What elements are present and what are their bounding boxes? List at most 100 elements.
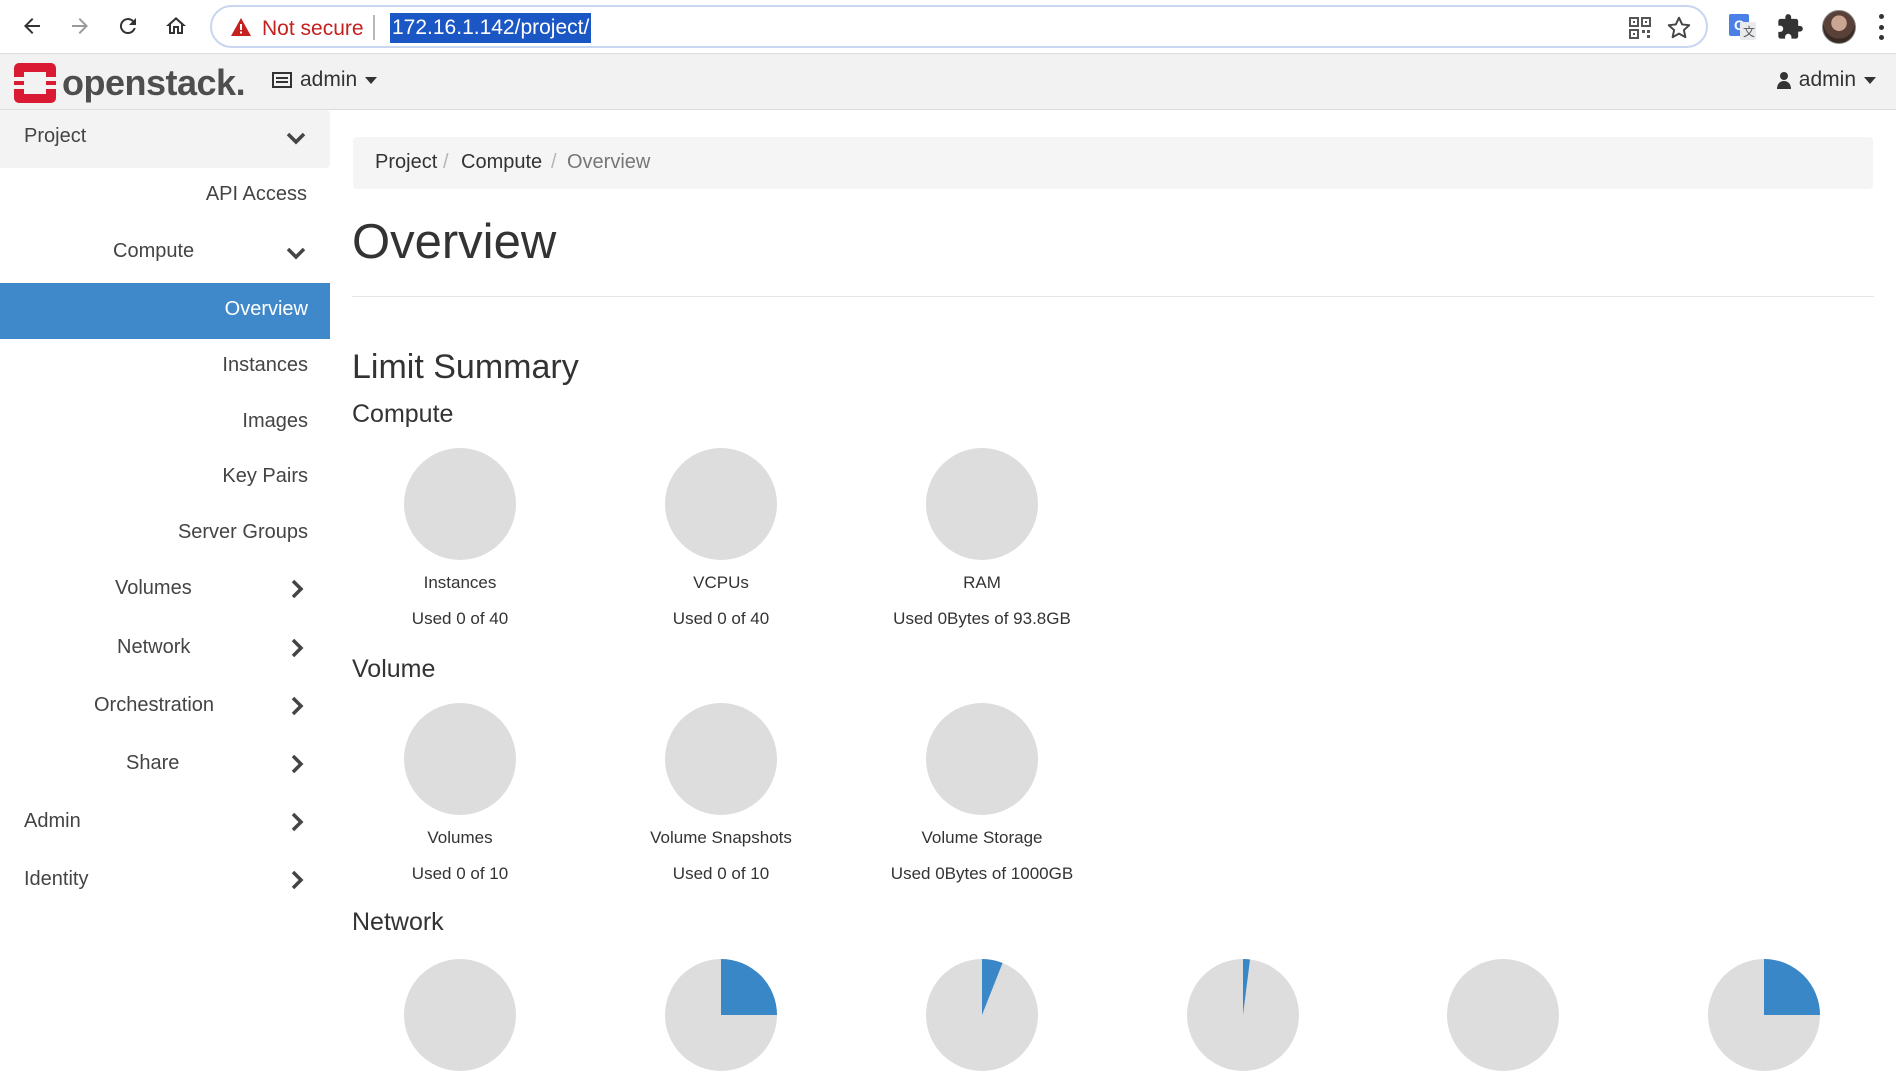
compute-pie-vcpus-background [665, 448, 777, 560]
sidebar-item-identity[interactable]: Identity [0, 853, 330, 909]
compute-limit-usage: Used 0Bytes of 93.8GB [893, 609, 1071, 628]
page-title: Overview [352, 215, 557, 269]
sidebar-item-label: Overview [224, 298, 308, 320]
volume-pie-volumes [404, 703, 516, 815]
volume-limit-usage: Used 0Bytes of 1000GB [890, 864, 1074, 883]
chevron-right-icon [291, 812, 304, 832]
network-pie-6 [1708, 959, 1820, 1071]
more-vert-icon[interactable] [1878, 14, 1884, 40]
chevron-down-icon [365, 76, 378, 84]
sidebar-item-label: Volumes [115, 577, 192, 599]
home-button[interactable] [158, 8, 194, 44]
volume-pie-volumes-background [404, 703, 516, 815]
breadcrumb-project[interactable]: Project [375, 151, 437, 174]
volume-limit-usage: Used 0 of 10 [672, 864, 770, 883]
compute-pie-instances-background [404, 448, 516, 560]
chevron-right-icon [291, 638, 304, 658]
sidebar-item-admin[interactable]: Admin [0, 795, 330, 851]
openstack-logo-text: openstack. [62, 62, 246, 103]
compute-heading: Compute [352, 400, 454, 428]
chevron-right-icon [291, 696, 304, 716]
sidebar-item-label: Share [126, 752, 180, 774]
compute-limit-label: Instances [423, 573, 497, 592]
forward-icon [72, 18, 88, 34]
compute-pie-ram-background [926, 448, 1038, 560]
star-icon[interactable] [1666, 15, 1692, 41]
puzzle-icon[interactable] [1776, 13, 1804, 41]
sidebar-item-label: Key Pairs [222, 465, 308, 487]
sidebar-item-share[interactable]: Share [0, 737, 330, 793]
back-button[interactable] [14, 8, 50, 44]
sidebar-item-label: Project [24, 125, 87, 147]
limit-summary-heading: Limit Summary [352, 348, 579, 386]
network-heading: Network [352, 908, 444, 936]
chevron-down-icon [1864, 76, 1876, 84]
project-selector-label: admin [300, 68, 358, 91]
home-icon [166, 17, 186, 34]
breadcrumb-separator: / [443, 151, 449, 173]
network-pie-5-background [1447, 959, 1559, 1071]
compute-pie-vcpus [665, 448, 777, 560]
translate-icon[interactable]: G 文 [1728, 12, 1758, 42]
project-icon [272, 72, 292, 88]
security-label[interactable]: Not secure [262, 17, 364, 41]
sidebar-item-label: Admin [24, 810, 81, 832]
network-pie-6-used-slice [1764, 959, 1820, 1015]
project-selector[interactable]: admin [272, 68, 378, 92]
network-pie-1-background [404, 959, 516, 1071]
network-pie-2 [665, 959, 777, 1071]
compute-limit-usage: Used 0 of 40 [411, 609, 509, 628]
svg-text:文: 文 [1743, 24, 1755, 39]
sidebar-item-orchestration[interactable]: Orchestration [0, 679, 330, 735]
user-menu[interactable]: admin [1776, 68, 1876, 92]
back-icon [24, 18, 40, 34]
volume-heading: Volume [352, 655, 436, 683]
sidebar-item-label: Images [242, 410, 308, 432]
volume-limit-usage: Used 0 of 10 [411, 864, 509, 883]
top-navbar: openstack. admin admin [0, 54, 1896, 110]
sidebar-item-key-pairs[interactable]: Key Pairs [0, 450, 330, 506]
compute-pie-instances [404, 448, 516, 560]
openstack-logo[interactable]: openstack. [14, 62, 246, 104]
reload-button[interactable] [110, 8, 146, 44]
volume-limit-label: Volume Snapshots [650, 828, 792, 847]
sidebar: Project API Access Compute Overview Inst… [0, 110, 330, 968]
sidebar-item-images[interactable]: Images [0, 395, 330, 451]
sidebar-item-instances[interactable]: Instances [0, 339, 330, 395]
breadcrumb-compute[interactable]: Compute [461, 151, 542, 174]
chevron-right-icon [291, 870, 304, 890]
sidebar-item-label: API Access [205, 183, 307, 205]
chevron-right-icon [291, 754, 304, 774]
qr-code-icon[interactable] [1628, 16, 1652, 40]
network-pie-1 [404, 959, 516, 1071]
chevron-down-icon [286, 247, 306, 260]
sidebar-item-volumes[interactable]: Volumes [0, 562, 330, 618]
openstack-logo-icon [14, 63, 56, 103]
url-text[interactable]: 172.16.1.142/project/ [390, 13, 592, 43]
compute-pie-ram [926, 448, 1038, 560]
sidebar-item-network[interactable]: Network [0, 621, 330, 677]
sidebar-item-label: Compute [113, 240, 195, 262]
forward-button[interactable] [62, 8, 98, 44]
address-bar[interactable]: Not secure 172.16.1.142/project/ [210, 5, 1708, 48]
volume-pie-volume-snapshots-background [665, 703, 777, 815]
sidebar-item-api-access[interactable]: API Access [0, 168, 330, 224]
reload-icon [119, 18, 136, 35]
sidebar-item-label: Network [117, 636, 191, 658]
chevron-right-icon [291, 579, 304, 599]
compute-limit-usage: Used 0 of 40 [672, 609, 770, 628]
sidebar-item-project[interactable]: Project [0, 110, 330, 168]
network-pie-3 [926, 959, 1038, 1071]
sidebar-item-compute[interactable]: Compute [0, 225, 330, 281]
avatar[interactable] [1822, 10, 1856, 44]
compute-limit-label: VCPUs [693, 573, 749, 592]
sidebar-item-label: Server Groups [177, 521, 308, 543]
network-pie-2-used-slice [721, 959, 777, 1015]
sidebar-item-server-groups[interactable]: Server Groups [0, 506, 330, 562]
volume-pie-volume-storage [926, 703, 1038, 815]
warning-icon [231, 18, 251, 36]
compute-limit-label: RAM [963, 573, 1001, 592]
chevron-down-icon [286, 132, 306, 145]
sidebar-item-overview[interactable]: Overview [0, 283, 330, 339]
sidebar-item-label: Orchestration [94, 694, 215, 716]
